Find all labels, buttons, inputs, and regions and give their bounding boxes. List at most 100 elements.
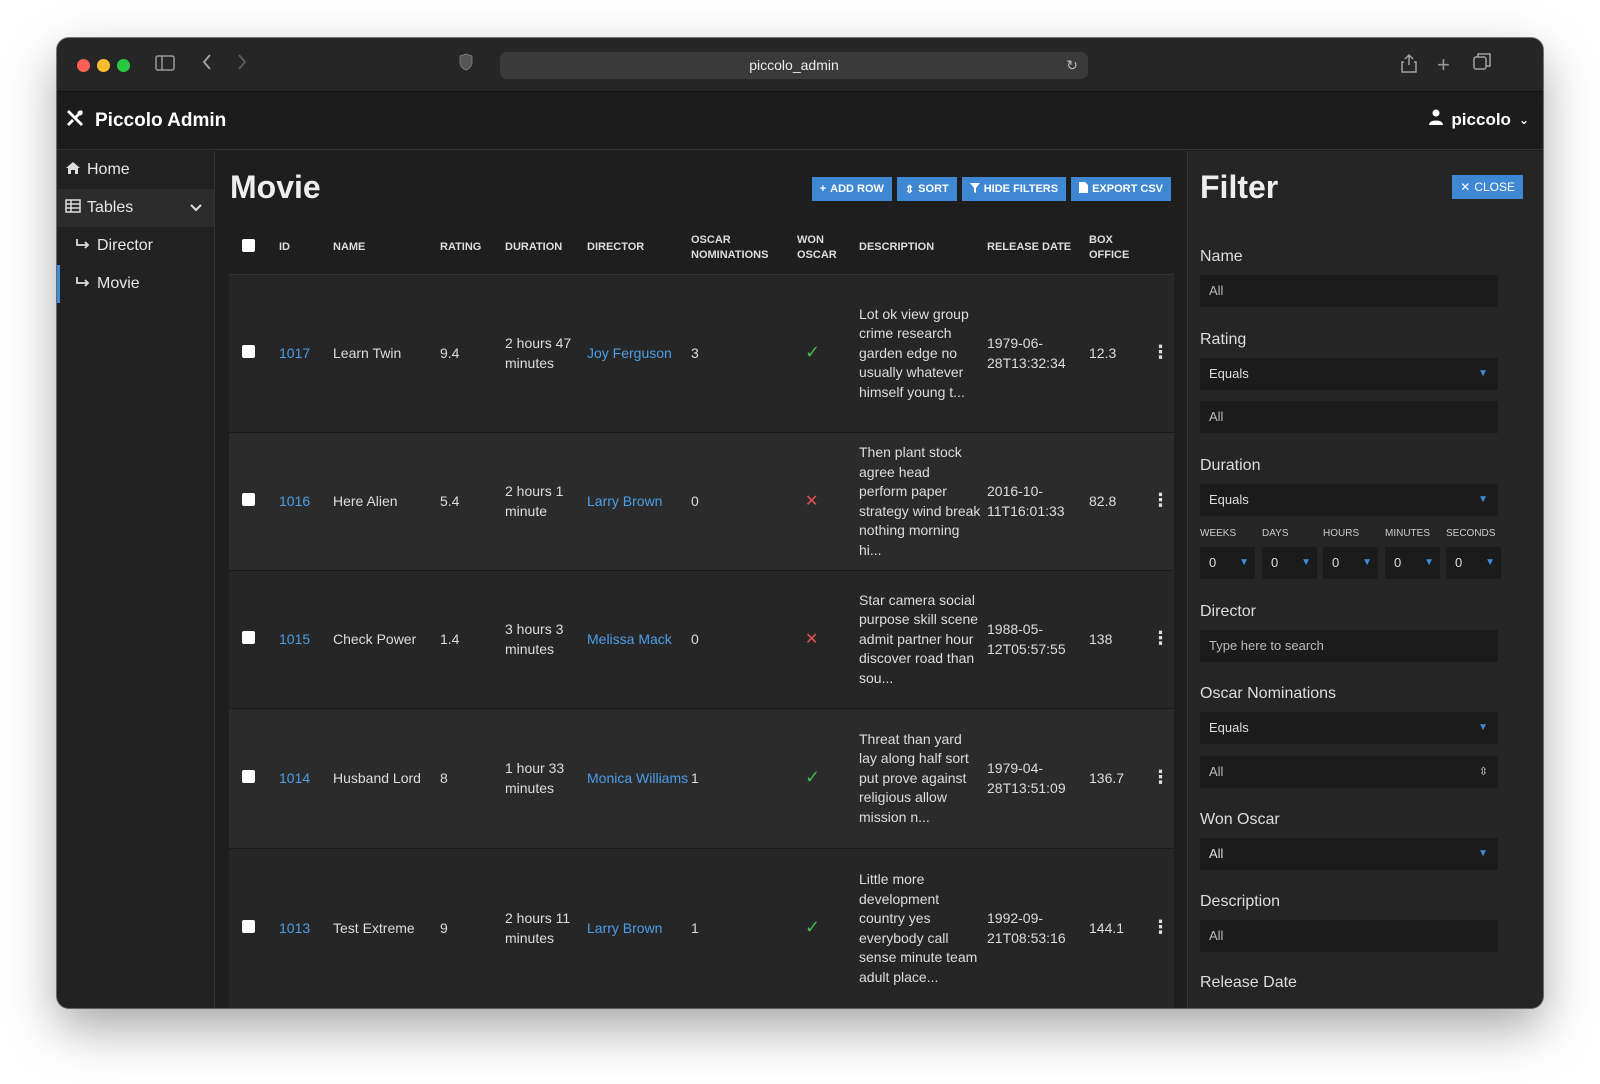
- column-header-duration[interactable]: DURATION: [505, 240, 587, 255]
- row-director-link[interactable]: Joy Ferguson: [587, 344, 691, 364]
- select-all-checkbox[interactable]: [242, 238, 255, 252]
- filter-rating-input[interactable]: All: [1200, 401, 1498, 433]
- filter-description-input[interactable]: All: [1200, 920, 1498, 952]
- duration-days-select[interactable]: 0 ▼: [1262, 547, 1317, 579]
- user-menu[interactable]: piccolo ⌄: [1429, 109, 1529, 130]
- row-id-link[interactable]: 1015: [279, 630, 333, 650]
- sort-button[interactable]: ⇕ SORT: [896, 177, 957, 201]
- close-window-button[interactable]: [77, 59, 90, 72]
- row-won-oscar: ✕: [797, 630, 859, 650]
- column-header-won-oscar[interactable]: WON OSCAR: [797, 233, 859, 263]
- row-checkbox[interactable]: [242, 344, 255, 358]
- filter-rating-label: Rating: [1200, 331, 1247, 348]
- row-duration: 1 hour 33 minutes: [505, 760, 565, 796]
- select-value: Equals: [1209, 366, 1249, 381]
- row-director-link[interactable]: Larry Brown: [587, 919, 691, 939]
- sidebar-toggle-icon[interactable]: [155, 53, 175, 77]
- table-row: 1014 Husband Lord 8 1 hour 33 minutes Mo…: [229, 709, 1174, 849]
- filter-duration-operator-select[interactable]: Equals ▼: [1200, 484, 1498, 516]
- sidebar: Home Tables Director Movie: [57, 151, 215, 1008]
- duration-minutes-select[interactable]: 0 ▼: [1385, 547, 1440, 579]
- url-text: piccolo_admin: [749, 57, 839, 73]
- chevron-down-icon: [190, 201, 202, 215]
- minimize-window-button[interactable]: [97, 59, 110, 72]
- add-row-button[interactable]: + ADD ROW: [811, 177, 892, 201]
- row-won-oscar: ✓: [797, 918, 859, 939]
- maximize-window-button[interactable]: [117, 59, 130, 72]
- sidebar-item-tables[interactable]: Tables: [57, 189, 214, 227]
- duration-hours-label: HOURS: [1323, 528, 1360, 539]
- number-stepper-icon[interactable]: ⇳: [1479, 756, 1488, 788]
- close-filter-button[interactable]: ✕ CLOSE: [1452, 175, 1523, 199]
- more-options-icon[interactable]: ⋮: [1152, 490, 1170, 510]
- share-icon[interactable]: [1401, 53, 1417, 79]
- filter-director-search[interactable]: Type here to search: [1200, 630, 1498, 662]
- filter-oscar-nominations-operator-select[interactable]: Equals ▼: [1200, 712, 1498, 744]
- duration-seconds-select[interactable]: 0 ▼: [1446, 547, 1501, 579]
- table-row: 1016 Here Alien 5.4 2 hours 1 minute Lar…: [229, 433, 1174, 571]
- add-row-label: ADD ROW: [830, 183, 884, 195]
- row-name: Husband Lord: [333, 769, 421, 786]
- row-box-office: 82.8: [1089, 492, 1117, 509]
- more-options-icon[interactable]: ⋮: [1152, 628, 1170, 648]
- tab-overview-icon[interactable]: [1473, 53, 1491, 77]
- row-id-link[interactable]: 1013: [279, 919, 333, 939]
- brand-title: Piccolo Admin: [95, 110, 227, 131]
- row-id-link[interactable]: 1016: [279, 492, 333, 512]
- row-select-cell: [229, 492, 279, 512]
- table-row: 1017 Learn Twin 9.4 2 hours 47 minutes J…: [229, 275, 1174, 433]
- column-header-name[interactable]: NAME: [333, 240, 440, 255]
- column-header-oscar-nominations[interactable]: OSCAR NOMINATIONS: [691, 233, 797, 263]
- row-checkbox[interactable]: [242, 919, 255, 933]
- filter-title: Filter: [1200, 169, 1279, 205]
- filter-oscar-nominations-input[interactable]: All ⇳: [1200, 756, 1498, 788]
- row-checkbox[interactable]: [242, 630, 255, 644]
- column-header-box-office[interactable]: BOX OFFICE: [1089, 233, 1147, 263]
- row-name: Check Power: [333, 630, 417, 647]
- subitem-arrow-icon: [75, 275, 91, 293]
- sidebar-item-movie[interactable]: Movie: [57, 265, 214, 303]
- row-rating: 8: [440, 769, 448, 786]
- back-icon[interactable]: [201, 53, 213, 77]
- filter-director-label: Director: [1200, 603, 1257, 620]
- column-header-description[interactable]: DESCRIPTION: [859, 240, 987, 255]
- address-bar[interactable]: piccolo_admin ↻: [500, 52, 1088, 79]
- more-options-icon[interactable]: ⋮: [1152, 917, 1170, 937]
- privacy-shield-icon[interactable]: [459, 53, 473, 77]
- duration-hours-select[interactable]: 0 ▼: [1323, 547, 1378, 579]
- row-director-link[interactable]: Larry Brown: [587, 492, 691, 512]
- reload-icon[interactable]: ↻: [1066, 52, 1078, 79]
- filter-name-input[interactable]: All: [1200, 275, 1498, 307]
- row-box-office: 138: [1089, 630, 1113, 647]
- table-row: 1015 Check Power 1.4 3 hours 3 minutes M…: [229, 571, 1174, 709]
- export-csv-button[interactable]: EXPORT CSV: [1071, 177, 1171, 201]
- sidebar-item-director[interactable]: Director: [57, 227, 214, 265]
- duration-weeks-select[interactable]: 0 ▼: [1200, 547, 1255, 579]
- column-header-release-date[interactable]: RELEASE DATE: [987, 240, 1089, 255]
- column-header-rating[interactable]: RATING: [440, 240, 505, 255]
- column-header-id[interactable]: ID: [279, 240, 333, 255]
- table-icon: [65, 198, 81, 218]
- close-icon: ✕: [1460, 180, 1471, 194]
- row-checkbox[interactable]: [242, 769, 255, 783]
- more-options-icon[interactable]: ⋮: [1152, 767, 1170, 787]
- filter-rating-operator-select[interactable]: Equals ▼: [1200, 358, 1498, 390]
- forward-icon[interactable]: [236, 53, 248, 77]
- sidebar-item-home[interactable]: Home: [57, 151, 214, 189]
- row-id-link[interactable]: 1014: [279, 769, 333, 789]
- more-options-icon[interactable]: ⋮: [1152, 342, 1170, 362]
- brand[interactable]: Piccolo Admin: [65, 108, 226, 134]
- row-checkbox[interactable]: [242, 492, 255, 506]
- hide-filters-button[interactable]: HIDE FILTERS: [961, 177, 1067, 201]
- row-won-oscar: ✕: [797, 492, 859, 512]
- row-select-cell: [229, 344, 279, 364]
- row-oscar-nominations: 3: [691, 344, 699, 361]
- input-value: All: [1209, 764, 1224, 779]
- row-director-link[interactable]: Melissa Mack: [587, 630, 691, 650]
- new-tab-icon[interactable]: +: [1437, 53, 1450, 77]
- row-director-link[interactable]: Monica Williams: [587, 769, 691, 789]
- duration-weeks-label: WEEKS: [1200, 528, 1237, 539]
- filter-won-oscar-select[interactable]: All ▼: [1200, 838, 1498, 870]
- column-header-director[interactable]: DIRECTOR: [587, 240, 691, 255]
- row-id-link[interactable]: 1017: [279, 344, 333, 364]
